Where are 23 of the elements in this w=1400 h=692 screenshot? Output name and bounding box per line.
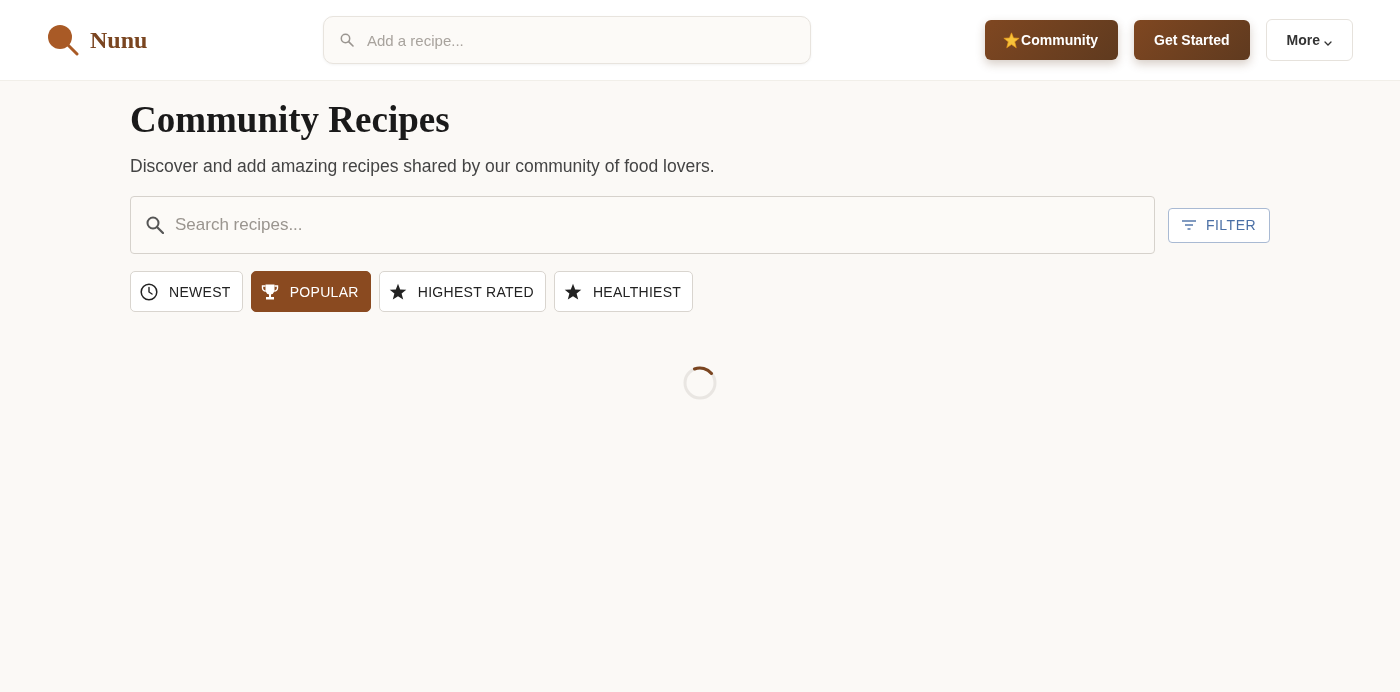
sort-tab[interactable]: POPULAR [250,271,371,312]
search-icon [146,216,164,234]
sort-tab[interactable]: HEALTHIEST [553,271,694,312]
sort-tab[interactable]: HIGHEST RATED [378,271,546,312]
magnifier-logo-icon [47,24,79,56]
star-icon [388,282,407,301]
trophy-icon [260,282,279,301]
search-field[interactable]: Search recipes... [130,196,1155,254]
get-started-button[interactable]: Get Started [1134,20,1250,60]
star-icon [1003,31,1021,49]
filter-button[interactable]: FILTER [1168,207,1270,243]
filter-icon [1181,220,1196,230]
clock-icon [140,282,158,301]
community-button[interactable]: Community [985,20,1119,60]
page-subtitle: Discover and add amazing recipes shared by our community of food lovers. [130,155,716,178]
more-menu-button[interactable]: More [1265,19,1353,61]
page-title: Community Recipes [130,98,451,142]
sort-tab[interactable]: NEWEST [130,271,243,312]
star-icon [563,282,582,301]
search-icon [340,33,354,47]
caret-icon [1324,40,1332,46]
logo-text[interactable]: Nunu [90,26,148,54]
add-recipe-field[interactable]: Add a recipe... [323,16,811,64]
